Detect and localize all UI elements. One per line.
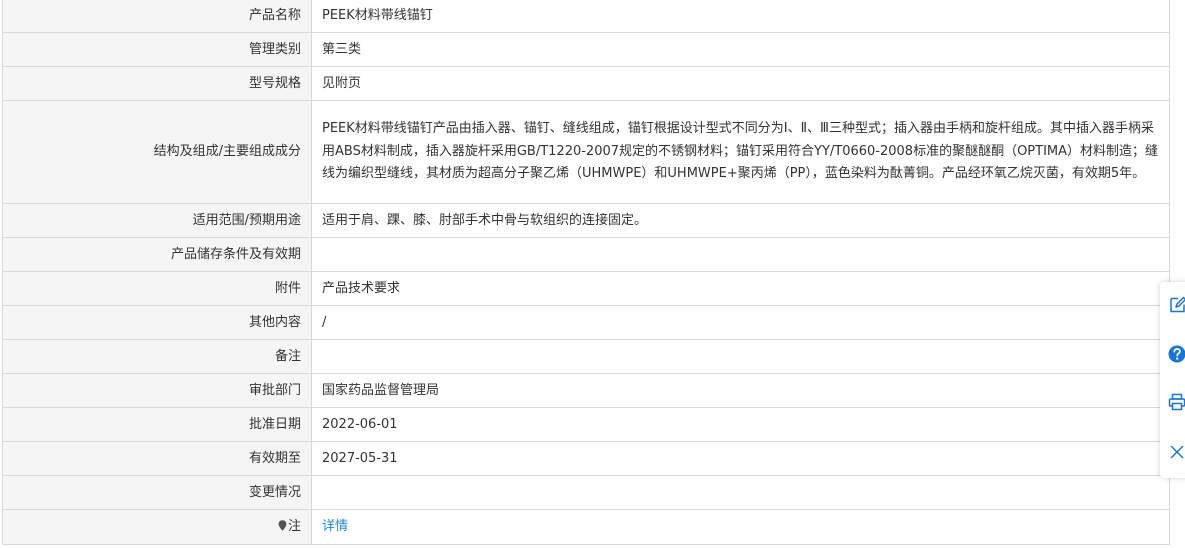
row-value: 详情 [311,509,1170,545]
note-label: 注 [287,519,301,534]
table-row-approval-date: 批准日期 2022-06-01 [2,407,1170,442]
table-row-management-class: 管理类别 第三类 [2,32,1170,67]
table-row-storage: 产品储存条件及有效期 [2,237,1170,272]
row-label: 备注 [2,339,312,374]
table-row-structure: 结构及组成/主要组成成分 PEEK材料带线锚钉产品由插入器、锚钉、缝线组成，锚钉… [2,100,1170,204]
row-value: PEEK材料带线锚钉产品由插入器、锚钉、缝线组成，锚钉根据设计型式不同分为Ⅰ、Ⅱ… [311,100,1170,204]
row-value [311,237,1170,272]
row-label: 有效期至 [2,441,312,476]
row-label: 注 [2,509,312,545]
floating-toolbar [1160,282,1185,478]
table-row-remarks: 备注 [2,339,1170,374]
row-label: 批准日期 [2,407,312,442]
table-row-attachment: 附件 产品技术要求 [2,271,1170,306]
table-row-model-spec: 型号规格 见附页 [2,66,1170,101]
row-label: 适用范围/预期用途 [2,203,312,238]
row-label: 变更情况 [2,475,312,510]
row-value: PEEK材料带线锚钉 [311,0,1170,33]
table-row-approval-dept: 审批部门 国家药品监督管理局 [2,373,1170,408]
table-row-other: 其他内容 / [2,305,1170,340]
row-value: 适用于肩、踝、膝、肘部手术中骨与软组织的连接固定。 [311,203,1170,238]
table-row-intended-use: 适用范围/预期用途 适用于肩、踝、膝、肘部手术中骨与软组织的连接固定。 [2,203,1170,238]
registration-detail-table: 产品名称 PEEK材料带线锚钉 管理类别 第三类 型号规格 见附页 结构及组成/… [2,0,1170,545]
row-value: / [311,305,1170,340]
print-icon[interactable] [1166,391,1185,413]
row-label: 产品储存条件及有效期 [2,237,312,272]
detail-table-container: 产品名称 PEEK材料带线锚钉 管理类别 第三类 型号规格 见附页 结构及组成/… [2,0,1170,545]
row-value: 2022-06-01 [311,407,1170,442]
details-link[interactable]: 详情 [322,519,348,534]
row-label: 审批部门 [2,373,312,408]
row-label: 管理类别 [2,32,312,67]
row-label: 附件 [2,271,312,306]
table-row-note: 注 详情 [2,509,1170,545]
help-icon[interactable] [1166,343,1185,365]
row-label: 产品名称 [2,0,312,33]
row-label: 其他内容 [2,305,312,340]
table-row-changes: 变更情况 [2,475,1170,510]
row-value: 国家药品监督管理局 [311,373,1170,408]
row-value [311,339,1170,374]
edit-icon[interactable] [1166,294,1185,316]
row-value: 产品技术要求 [311,271,1170,306]
table-row-product-name: 产品名称 PEEK材料带线锚钉 [2,0,1170,33]
row-value: 2027-05-31 [311,441,1170,476]
row-label: 结构及组成/主要组成成分 [2,100,312,204]
row-value: 第三类 [311,32,1170,67]
location-pin-icon [278,518,287,531]
row-value [311,475,1170,510]
row-label: 型号规格 [2,66,312,101]
table-row-valid-until: 有效期至 2027-05-31 [2,441,1170,476]
row-value: 见附页 [311,66,1170,101]
close-icon[interactable] [1166,441,1185,463]
